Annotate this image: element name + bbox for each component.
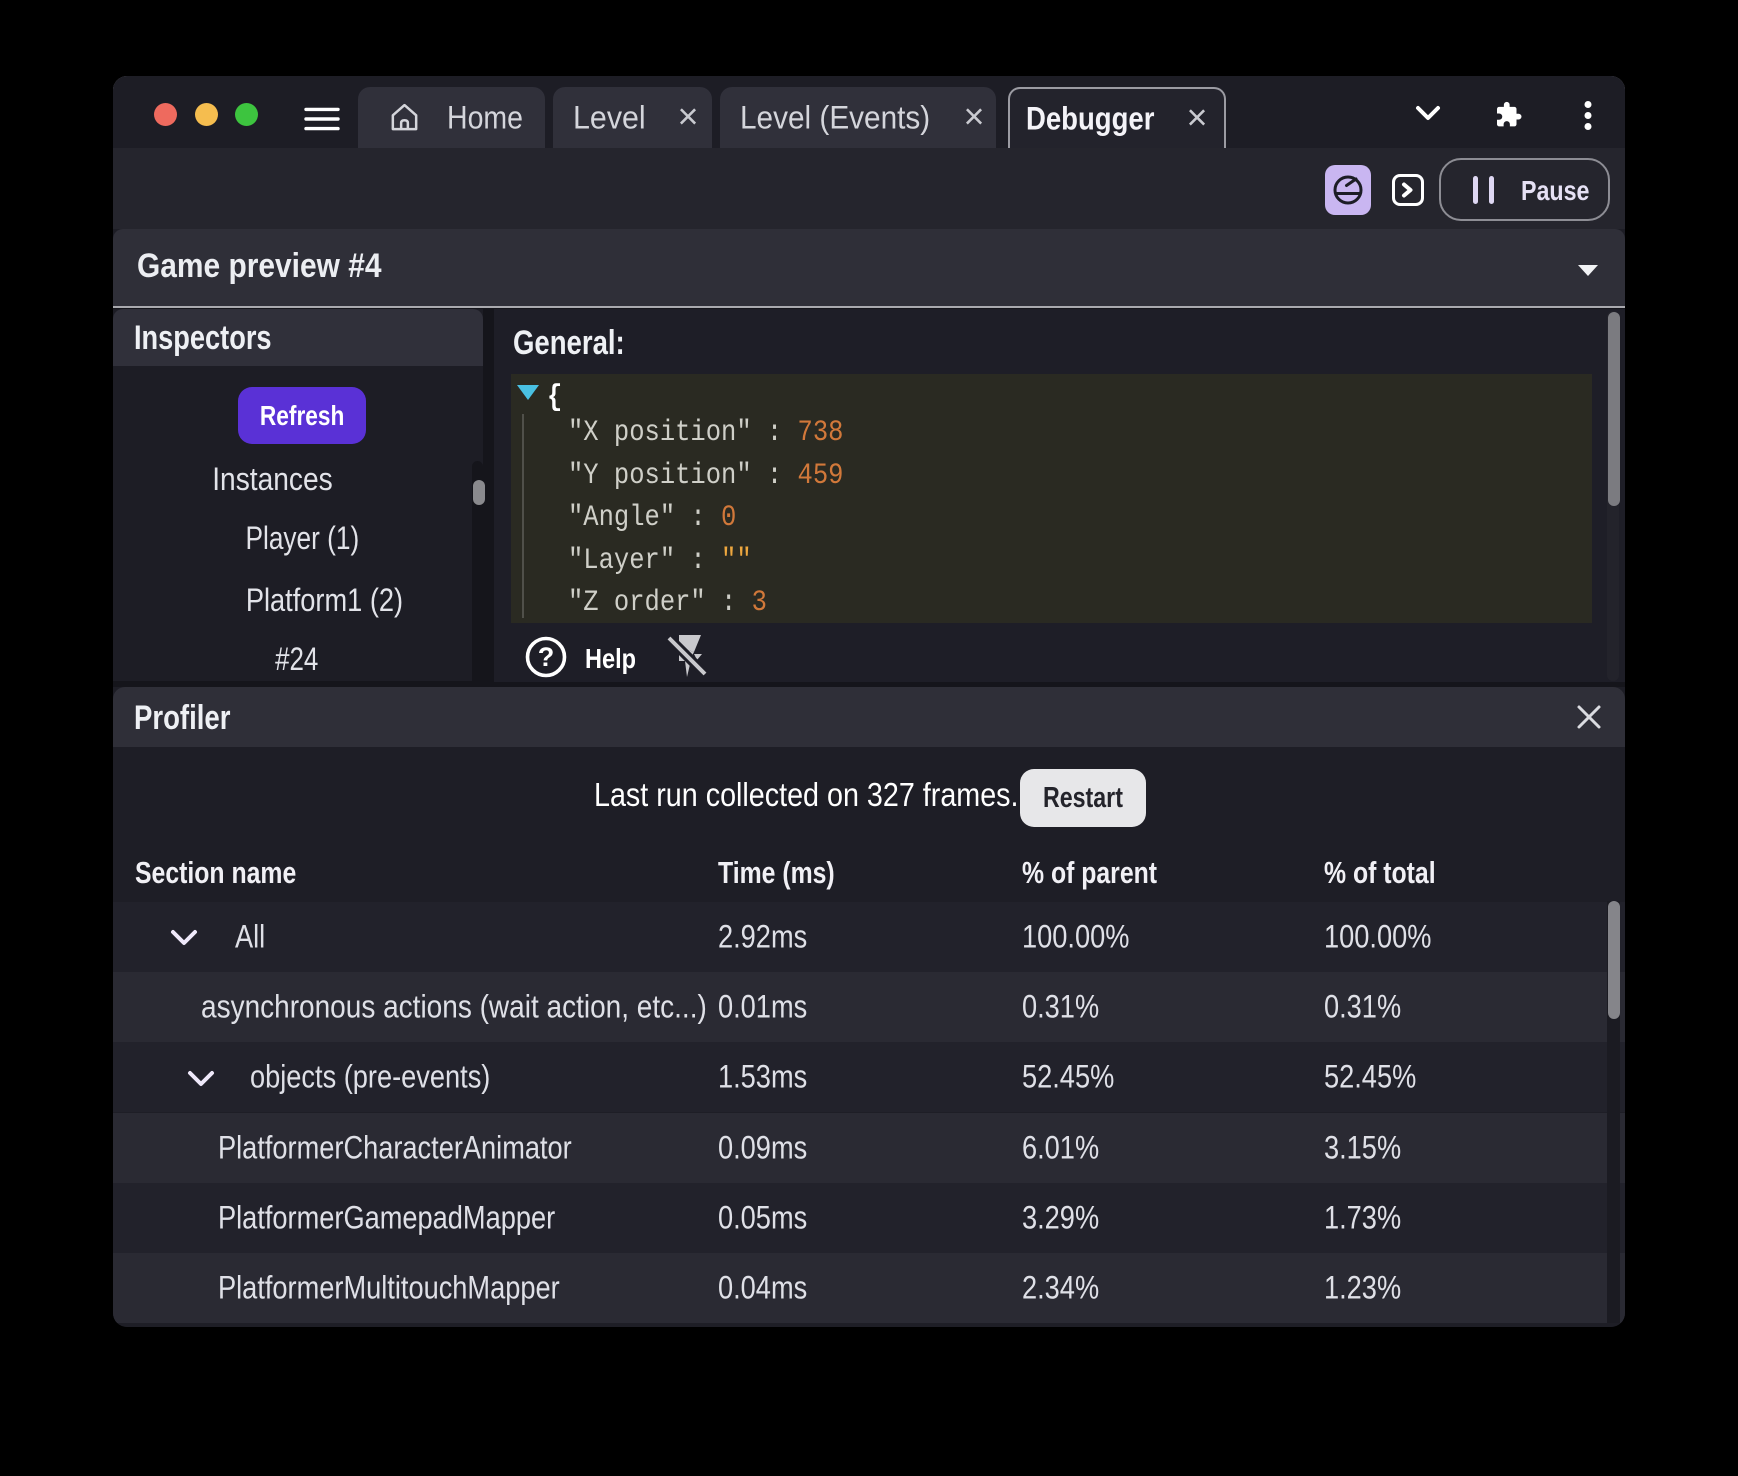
svg-text:?: ? bbox=[538, 642, 555, 672]
